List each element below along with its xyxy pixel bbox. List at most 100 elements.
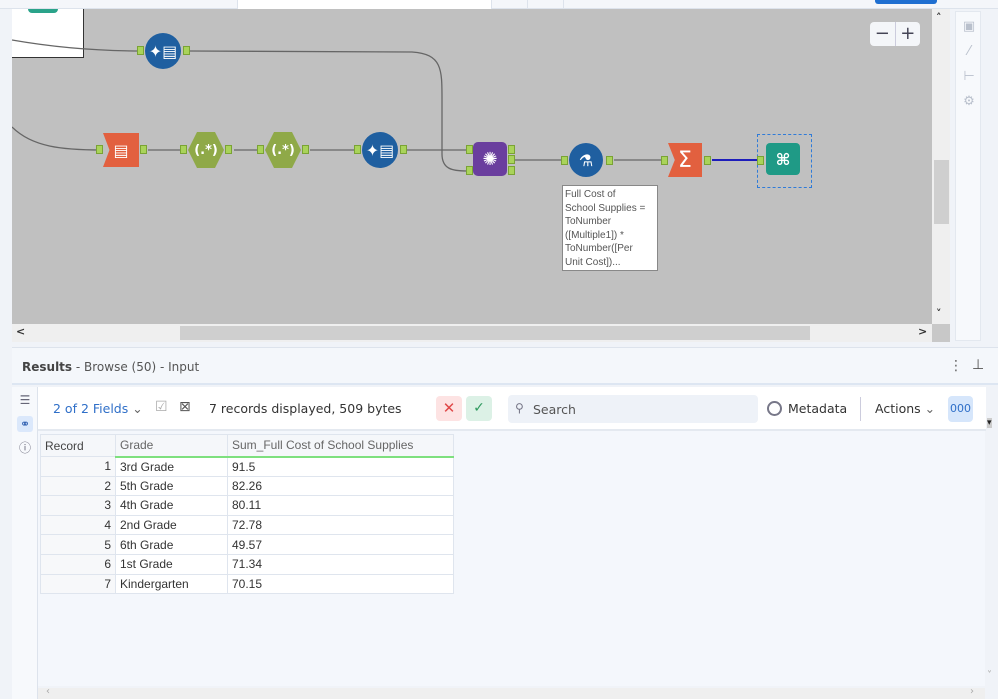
- cell-sum[interactable]: 80.11: [227, 495, 454, 516]
- cell-sum[interactable]: 70.15: [227, 573, 454, 595]
- formula-tool[interactable]: ⚗: [569, 143, 603, 177]
- tab-segment-active[interactable]: [238, 0, 492, 9]
- cell-record[interactable]: 5: [40, 534, 116, 555]
- scroll-up-icon[interactable]: ˄: [936, 11, 942, 24]
- column-header-grade[interactable]: Grade: [115, 434, 228, 458]
- scroll-up-icon[interactable]: ▾: [987, 418, 992, 428]
- search-input[interactable]: ⚲ Search: [508, 395, 758, 423]
- table-row[interactable]: 6 1st Grade 71.34: [40, 553, 454, 575]
- input-anchor[interactable]: [96, 145, 103, 154]
- input-anchor[interactable]: [180, 145, 187, 154]
- output-anchor[interactable]: [400, 145, 407, 154]
- cell-grade[interactable]: 6th Grade: [115, 534, 228, 555]
- input-anchor[interactable]: [561, 156, 568, 165]
- workflow-tree-icon[interactable]: ⊢: [962, 70, 976, 84]
- column-header-sum[interactable]: Sum_Full Cost of School Supplies: [227, 434, 454, 458]
- run-button-edge[interactable]: [875, 0, 937, 4]
- table-row[interactable]: 3 4th Grade 80.11: [40, 495, 454, 516]
- binoculars-icon[interactable]: ⚭: [17, 416, 33, 432]
- fields-dropdown[interactable]: 2 of 2 Fields ⌄: [53, 401, 143, 416]
- scroll-down-icon[interactable]: ˅: [987, 670, 992, 681]
- browse-tool[interactable]: ⌘: [766, 143, 800, 175]
- output-anchor[interactable]: [606, 156, 613, 165]
- scroll-thumb[interactable]: [180, 326, 810, 340]
- join-r-output-anchor[interactable]: [508, 166, 515, 175]
- magic-wand-icon[interactable]: ⁄: [962, 45, 976, 59]
- cell-grade[interactable]: 2nd Grade: [115, 514, 228, 536]
- table-row[interactable]: 7 Kindergarten 70.15: [40, 573, 454, 595]
- column-header-record[interactable]: Record: [40, 434, 116, 457]
- table-row[interactable]: 2 5th Grade 82.26: [40, 475, 454, 497]
- output-anchor[interactable]: [140, 145, 147, 154]
- cancel-button[interactable]: ✕: [436, 396, 462, 421]
- grid-vertical-scrollbar[interactable]: ▾ ˅: [985, 418, 998, 688]
- zoom-out-button[interactable]: −: [870, 22, 896, 46]
- cell-grade[interactable]: 3rd Grade: [115, 456, 228, 477]
- input-anchor[interactable]: [661, 156, 668, 165]
- data-cleansing-tool[interactable]: ✦▤: [362, 132, 398, 168]
- cell-view-button[interactable]: 000: [948, 396, 973, 422]
- join-left-anchor[interactable]: [466, 145, 473, 154]
- data-cleansing-icon: ✦▤: [365, 140, 395, 160]
- cell-sum[interactable]: 91.5: [227, 456, 454, 477]
- scroll-left-icon[interactable]: <: [16, 325, 25, 338]
- scroll-down-icon[interactable]: ˅: [936, 307, 942, 320]
- regex-icon: (.*): [194, 142, 218, 158]
- canvas-vertical-scrollbar[interactable]: ˄ ˅: [932, 9, 950, 324]
- zoom-in-button[interactable]: +: [896, 22, 921, 46]
- tab-segment[interactable]: [492, 0, 528, 9]
- metadata-radio[interactable]: [767, 401, 782, 416]
- canvas-horizontal-scrollbar[interactable]: < >: [12, 324, 932, 342]
- tab-segment[interactable]: [0, 0, 238, 9]
- join-l-output-anchor[interactable]: [508, 145, 515, 154]
- table-row[interactable]: 5 6th Grade 49.57: [40, 534, 454, 555]
- results-left-rail: ☰ ⚭ ⓘ: [12, 387, 38, 699]
- table-row[interactable]: 4 2nd Grade 72.78: [40, 514, 454, 536]
- table-row[interactable]: 1 3rd Grade 91.5: [40, 456, 454, 477]
- cell-grade[interactable]: 5th Grade: [115, 475, 228, 497]
- scroll-left-icon[interactable]: ‹: [46, 686, 50, 697]
- input-anchor[interactable]: [757, 156, 764, 165]
- right-tool-strip: ▣ ⁄ ⊢ ⚙: [955, 11, 981, 341]
- cell-sum[interactable]: 72.78: [227, 514, 454, 536]
- deselect-icon[interactable]: ⊠: [179, 399, 191, 415]
- scroll-thumb[interactable]: [934, 160, 949, 224]
- cell-record[interactable]: 6: [40, 553, 116, 575]
- workflow-canvas[interactable]: ✦▤ ▤ (.*) (.*) ✦▤ ✺ ⚗ Full Cost of Schoo…: [12, 9, 932, 324]
- actions-dropdown[interactable]: Actions ⌄: [875, 401, 935, 416]
- input-anchor[interactable]: [257, 145, 264, 154]
- scroll-right-icon[interactable]: ›: [970, 686, 974, 697]
- pin-icon[interactable]: ⊥: [972, 357, 984, 373]
- join-right-anchor[interactable]: [466, 166, 473, 175]
- cell-sum[interactable]: 82.26: [227, 475, 454, 497]
- cell-grade[interactable]: 4th Grade: [115, 495, 228, 516]
- checkbox-icon[interactable]: ☑: [155, 399, 168, 415]
- cell-sum[interactable]: 71.34: [227, 553, 454, 575]
- list-icon[interactable]: ☰: [17, 392, 33, 408]
- cell-record[interactable]: 1: [40, 456, 116, 477]
- grid-horizontal-scrollbar[interactable]: ‹ ›: [38, 686, 985, 699]
- cell-record[interactable]: 2: [40, 475, 116, 497]
- output-anchor[interactable]: [183, 46, 190, 55]
- apply-button[interactable]: ✓: [466, 396, 492, 421]
- help-icon[interactable]: ⓘ: [17, 440, 33, 456]
- output-anchor[interactable]: [302, 145, 309, 154]
- layout-icon[interactable]: ▣: [962, 20, 976, 34]
- output-anchor[interactable]: [225, 145, 232, 154]
- input-anchor[interactable]: [137, 46, 144, 55]
- cell-grade[interactable]: Kindergarten: [115, 573, 228, 595]
- output-anchor[interactable]: [704, 156, 711, 165]
- cell-grade[interactable]: 1st Grade: [115, 553, 228, 575]
- input-anchor[interactable]: [354, 145, 361, 154]
- data-cleansing-tool-top[interactable]: ✦▤: [145, 33, 181, 69]
- join-j-output-anchor[interactable]: [508, 155, 515, 164]
- scroll-right-icon[interactable]: >: [918, 325, 927, 338]
- tab-segment[interactable]: [528, 0, 564, 9]
- cell-sum[interactable]: 49.57: [227, 534, 454, 555]
- gear-icon[interactable]: ⚙: [962, 95, 976, 109]
- cell-record[interactable]: 3: [40, 495, 116, 516]
- join-tool[interactable]: ✺: [473, 142, 507, 176]
- cell-record[interactable]: 7: [40, 573, 116, 595]
- cell-record[interactable]: 4: [40, 514, 116, 536]
- more-options-icon[interactable]: ⋮: [949, 358, 963, 374]
